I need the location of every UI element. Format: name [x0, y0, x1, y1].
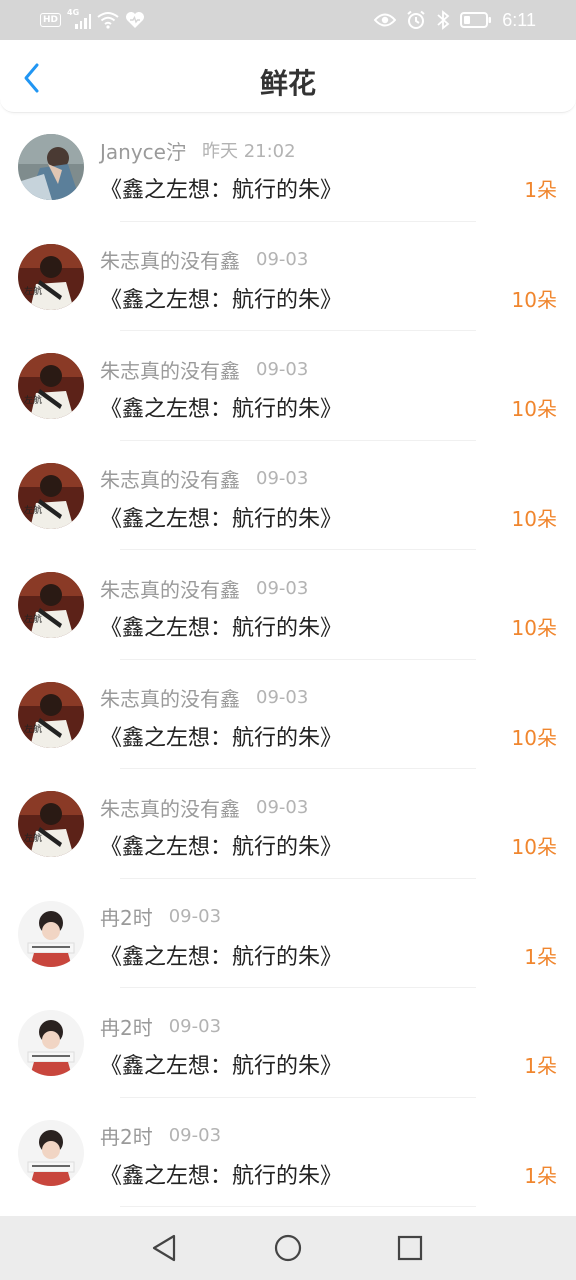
send-time: 09-03 — [256, 577, 309, 599]
signal-icon: 4G — [67, 8, 92, 29]
row-meta: 朱志真的没有鑫 09-03 — [100, 574, 308, 602]
flower-count: 10朵 — [511, 616, 557, 640]
status-time: 6:11 — [502, 9, 536, 30]
avatar[interactable] — [18, 134, 84, 200]
flower-gift-row[interactable]: 冉2时 09-03 《鑫之左想：航行的朱》 1朵 — [0, 1098, 576, 1207]
bluetooth-icon — [437, 10, 450, 30]
sender-name[interactable]: 朱志真的没有鑫 — [100, 245, 240, 274]
flower-gift-row[interactable]: Janyce泞 昨天 21:02 《鑫之左想：航行的朱》 1朵 — [0, 112, 576, 222]
square-recents-icon — [397, 1235, 423, 1261]
page-title: 鲜花 — [259, 67, 316, 100]
gift-work-title[interactable]: 《鑫之左想：航行的朱》 — [100, 1158, 342, 1190]
nav-recents-button[interactable] — [394, 1232, 426, 1264]
sender-name[interactable]: 朱志真的没有鑫 — [100, 793, 240, 822]
gift-work-title[interactable]: 《鑫之左想：航行的朱》 — [100, 720, 342, 752]
flower-count: 1朵 — [524, 1163, 557, 1188]
gift-work-title[interactable]: 《鑫之左想：航行的朱》 — [100, 1048, 342, 1080]
row-meta: 冉2时 09-03 — [100, 903, 221, 931]
gift-work-title[interactable]: 《鑫之左想：航行的朱》 — [100, 939, 342, 971]
flower-gift-row[interactable]: 冉2时 09-03 《鑫之左想：航行的朱》 1朵 — [0, 879, 576, 988]
send-time: 09-03 — [168, 906, 222, 927]
send-time: 09-03 — [256, 796, 309, 818]
svg-text:左航: 左航 — [24, 285, 42, 297]
sender-name[interactable]: Janyce泞 — [100, 136, 186, 165]
svg-text:左航: 左航 — [24, 723, 42, 735]
flower-count: 1朵 — [524, 178, 557, 202]
gift-work-title[interactable]: 《鑫之左想：航行的朱》 — [100, 282, 342, 314]
circle-home-icon — [274, 1234, 302, 1262]
avatar[interactable] — [18, 900, 84, 967]
gift-work-title[interactable]: 《鑫之左想：航行的朱》 — [100, 829, 342, 861]
svg-text:左航: 左航 — [24, 832, 42, 844]
send-time: 09-03 — [256, 358, 309, 380]
row-meta: 朱志真的没有鑫 09-03 — [100, 465, 308, 493]
gift-work-title[interactable]: 《鑫之左想：航行的朱》 — [100, 610, 342, 642]
system-nav-bar — [0, 1216, 576, 1280]
status-right: 6:11 — [374, 8, 536, 32]
sender-name[interactable]: 朱志真的没有鑫 — [100, 574, 240, 603]
flower-count: 10朵 — [511, 397, 557, 421]
avatar[interactable]: 左航 — [18, 572, 84, 638]
flower-gift-row[interactable]: 左航 朱志真的没有鑫 09-03 《鑫之左想：航行的朱》 10朵 — [0, 331, 576, 441]
gift-work-title[interactable]: 《鑫之左想：航行的朱》 — [100, 501, 342, 533]
eye-icon — [374, 13, 397, 27]
send-time: 09-03 — [168, 1015, 222, 1037]
row-meta: 朱志真的没有鑫 09-03 — [100, 246, 308, 274]
send-time: 昨天 21:02 — [201, 141, 296, 162]
svg-text:左航: 左航 — [24, 613, 42, 625]
sender-name[interactable]: 朱志真的没有鑫 — [100, 683, 240, 712]
avatar[interactable]: 左航 — [18, 243, 84, 310]
row-meta: 朱志真的没有鑫 09-03 — [100, 793, 308, 821]
flower-count: 10朵 — [511, 835, 557, 859]
hd-badge: HD — [40, 13, 62, 27]
avatar[interactable]: 左航 — [18, 681, 84, 748]
flower-count: 10朵 — [511, 725, 557, 750]
flower-gift-row[interactable]: 左航 朱志真的没有鑫 09-03 《鑫之左想：航行的朱》 10朵 — [0, 660, 576, 769]
avatar[interactable] — [18, 1010, 84, 1076]
nav-home-button[interactable] — [272, 1232, 304, 1264]
triangle-back-icon — [152, 1234, 176, 1262]
app-header: 鲜花 — [0, 40, 576, 113]
flower-gift-row[interactable]: 左航 朱志真的没有鑫 09-03 《鑫之左想：航行的朱》 10朵 — [0, 222, 576, 331]
gift-work-title[interactable]: 《鑫之左想：航行的朱》 — [100, 391, 342, 423]
row-meta: 冉2时 09-03 — [100, 1012, 221, 1040]
row-meta: 朱志真的没有鑫 09-03 — [100, 355, 308, 383]
flower-gift-list: Janyce泞 昨天 21:02 《鑫之左想：航行的朱》 1朵 左航 朱志真的没有鑫 09-… — [0, 112, 576, 1207]
avatar[interactable]: 左航 — [18, 791, 84, 857]
send-time: 09-03 — [168, 1125, 222, 1146]
status-left: HD 4G — [40, 8, 145, 30]
svg-text:左航: 左航 — [24, 504, 42, 516]
wifi-icon — [97, 12, 119, 29]
avatar[interactable]: 左航 — [18, 353, 84, 419]
status-bar: HD 4G 6:11 — [0, 0, 576, 40]
avatar[interactable]: 左航 — [18, 462, 84, 529]
flower-gift-row[interactable]: 左航 朱志真的没有鑫 09-03 《鑫之左想：航行的朱》 10朵 — [0, 769, 576, 879]
battery-icon — [460, 12, 492, 28]
heart-icon — [126, 12, 145, 28]
sender-name[interactable]: 冉2时 — [100, 902, 153, 931]
sender-name[interactable]: 冉2时 — [100, 1012, 153, 1041]
send-time: 09-03 — [256, 468, 309, 489]
send-time: 09-03 — [256, 249, 309, 270]
row-meta: Janyce泞 昨天 21:02 — [100, 136, 296, 164]
send-time: 09-03 — [256, 687, 309, 708]
flower-gift-row[interactable]: 左航 朱志真的没有鑫 09-03 《鑫之左想：航行的朱》 10朵 — [0, 550, 576, 660]
flower-count: 1朵 — [524, 944, 557, 969]
row-meta: 冉2时 09-03 — [100, 1122, 221, 1150]
svg-text:左航: 左航 — [24, 394, 42, 406]
flower-gift-row[interactable]: 冉2时 09-03 《鑫之左想：航行的朱》 1朵 — [0, 988, 576, 1098]
flower-count: 10朵 — [511, 287, 557, 312]
nav-back-button[interactable] — [148, 1232, 180, 1264]
sender-name[interactable]: 朱志真的没有鑫 — [100, 355, 240, 384]
avatar[interactable] — [18, 1119, 84, 1186]
sender-name[interactable]: 冉2时 — [100, 1121, 153, 1150]
flower-count: 10朵 — [511, 506, 557, 531]
flower-count: 1朵 — [524, 1054, 557, 1078]
gift-work-title[interactable]: 《鑫之左想：航行的朱》 — [100, 172, 342, 204]
row-meta: 朱志真的没有鑫 09-03 — [100, 684, 308, 712]
sender-name[interactable]: 朱志真的没有鑫 — [100, 464, 240, 493]
flower-gift-row[interactable]: 左航 朱志真的没有鑫 09-03 《鑫之左想：航行的朱》 10朵 — [0, 441, 576, 550]
row-divider — [120, 1206, 476, 1207]
alarm-icon — [407, 10, 425, 29]
